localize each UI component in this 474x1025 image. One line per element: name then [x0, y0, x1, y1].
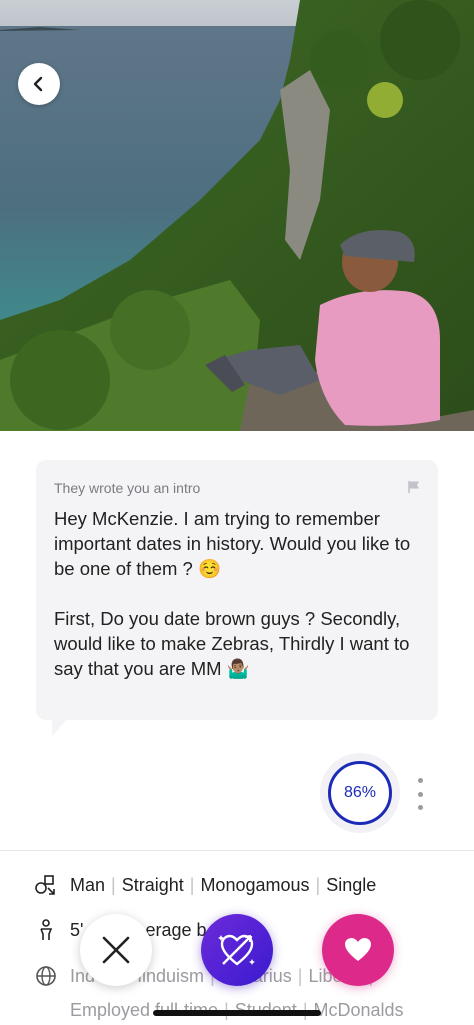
divider: [0, 850, 474, 851]
identity-orientation: Straight: [121, 875, 184, 895]
intro-message: Hey McKenzie. I am trying to remember im…: [54, 506, 424, 706]
chevron-left-icon: [33, 76, 43, 92]
back-button[interactable]: [18, 63, 60, 105]
home-indicator[interactable]: [153, 1010, 321, 1016]
work-row: Employed full-time|Student|McDonalds: [0, 994, 474, 1024]
identity-row: Man | Straight | Monogamous | Single: [0, 867, 474, 903]
heart-arrow-icon: [218, 934, 255, 966]
heart-icon: [345, 938, 371, 961]
identity-relationship-type: Monogamous: [200, 875, 310, 895]
separator: |: [189, 875, 195, 895]
separator: |: [315, 875, 321, 895]
flag-button[interactable]: [408, 480, 420, 499]
superlike-button[interactable]: [201, 914, 273, 986]
more-options-button[interactable]: [410, 778, 430, 810]
profile-photo: [0, 0, 474, 431]
more-dot: [417, 791, 423, 797]
intro-paragraph-2: First, Do you date brown guys ? Secondly…: [54, 608, 410, 679]
pass-button[interactable]: [80, 914, 152, 986]
more-dot: [417, 805, 423, 810]
gender-shapes-icon: [35, 875, 55, 895]
intro-label: They wrote you an intro: [54, 480, 201, 496]
match-score[interactable]: 86%: [320, 753, 400, 833]
intro-paragraph-1: Hey McKenzie. I am trying to remember im…: [54, 508, 411, 579]
match-score-value: 86%: [328, 761, 392, 825]
intro-card: They wrote you an intro Hey McKenzie. I …: [36, 460, 438, 720]
person-icon: [40, 919, 53, 940]
identity-status: Single: [326, 875, 377, 895]
close-icon: [102, 936, 130, 964]
identity-gender: Man: [70, 875, 106, 895]
like-button[interactable]: [322, 914, 394, 986]
body-type: erage b: [145, 920, 207, 940]
more-dot: [417, 778, 423, 783]
separator: |: [111, 875, 116, 895]
intro-card-tail: [52, 718, 68, 736]
flag-icon: [408, 481, 419, 493]
globe-icon: [36, 966, 56, 986]
work-employer: McDonalds: [313, 1000, 404, 1020]
